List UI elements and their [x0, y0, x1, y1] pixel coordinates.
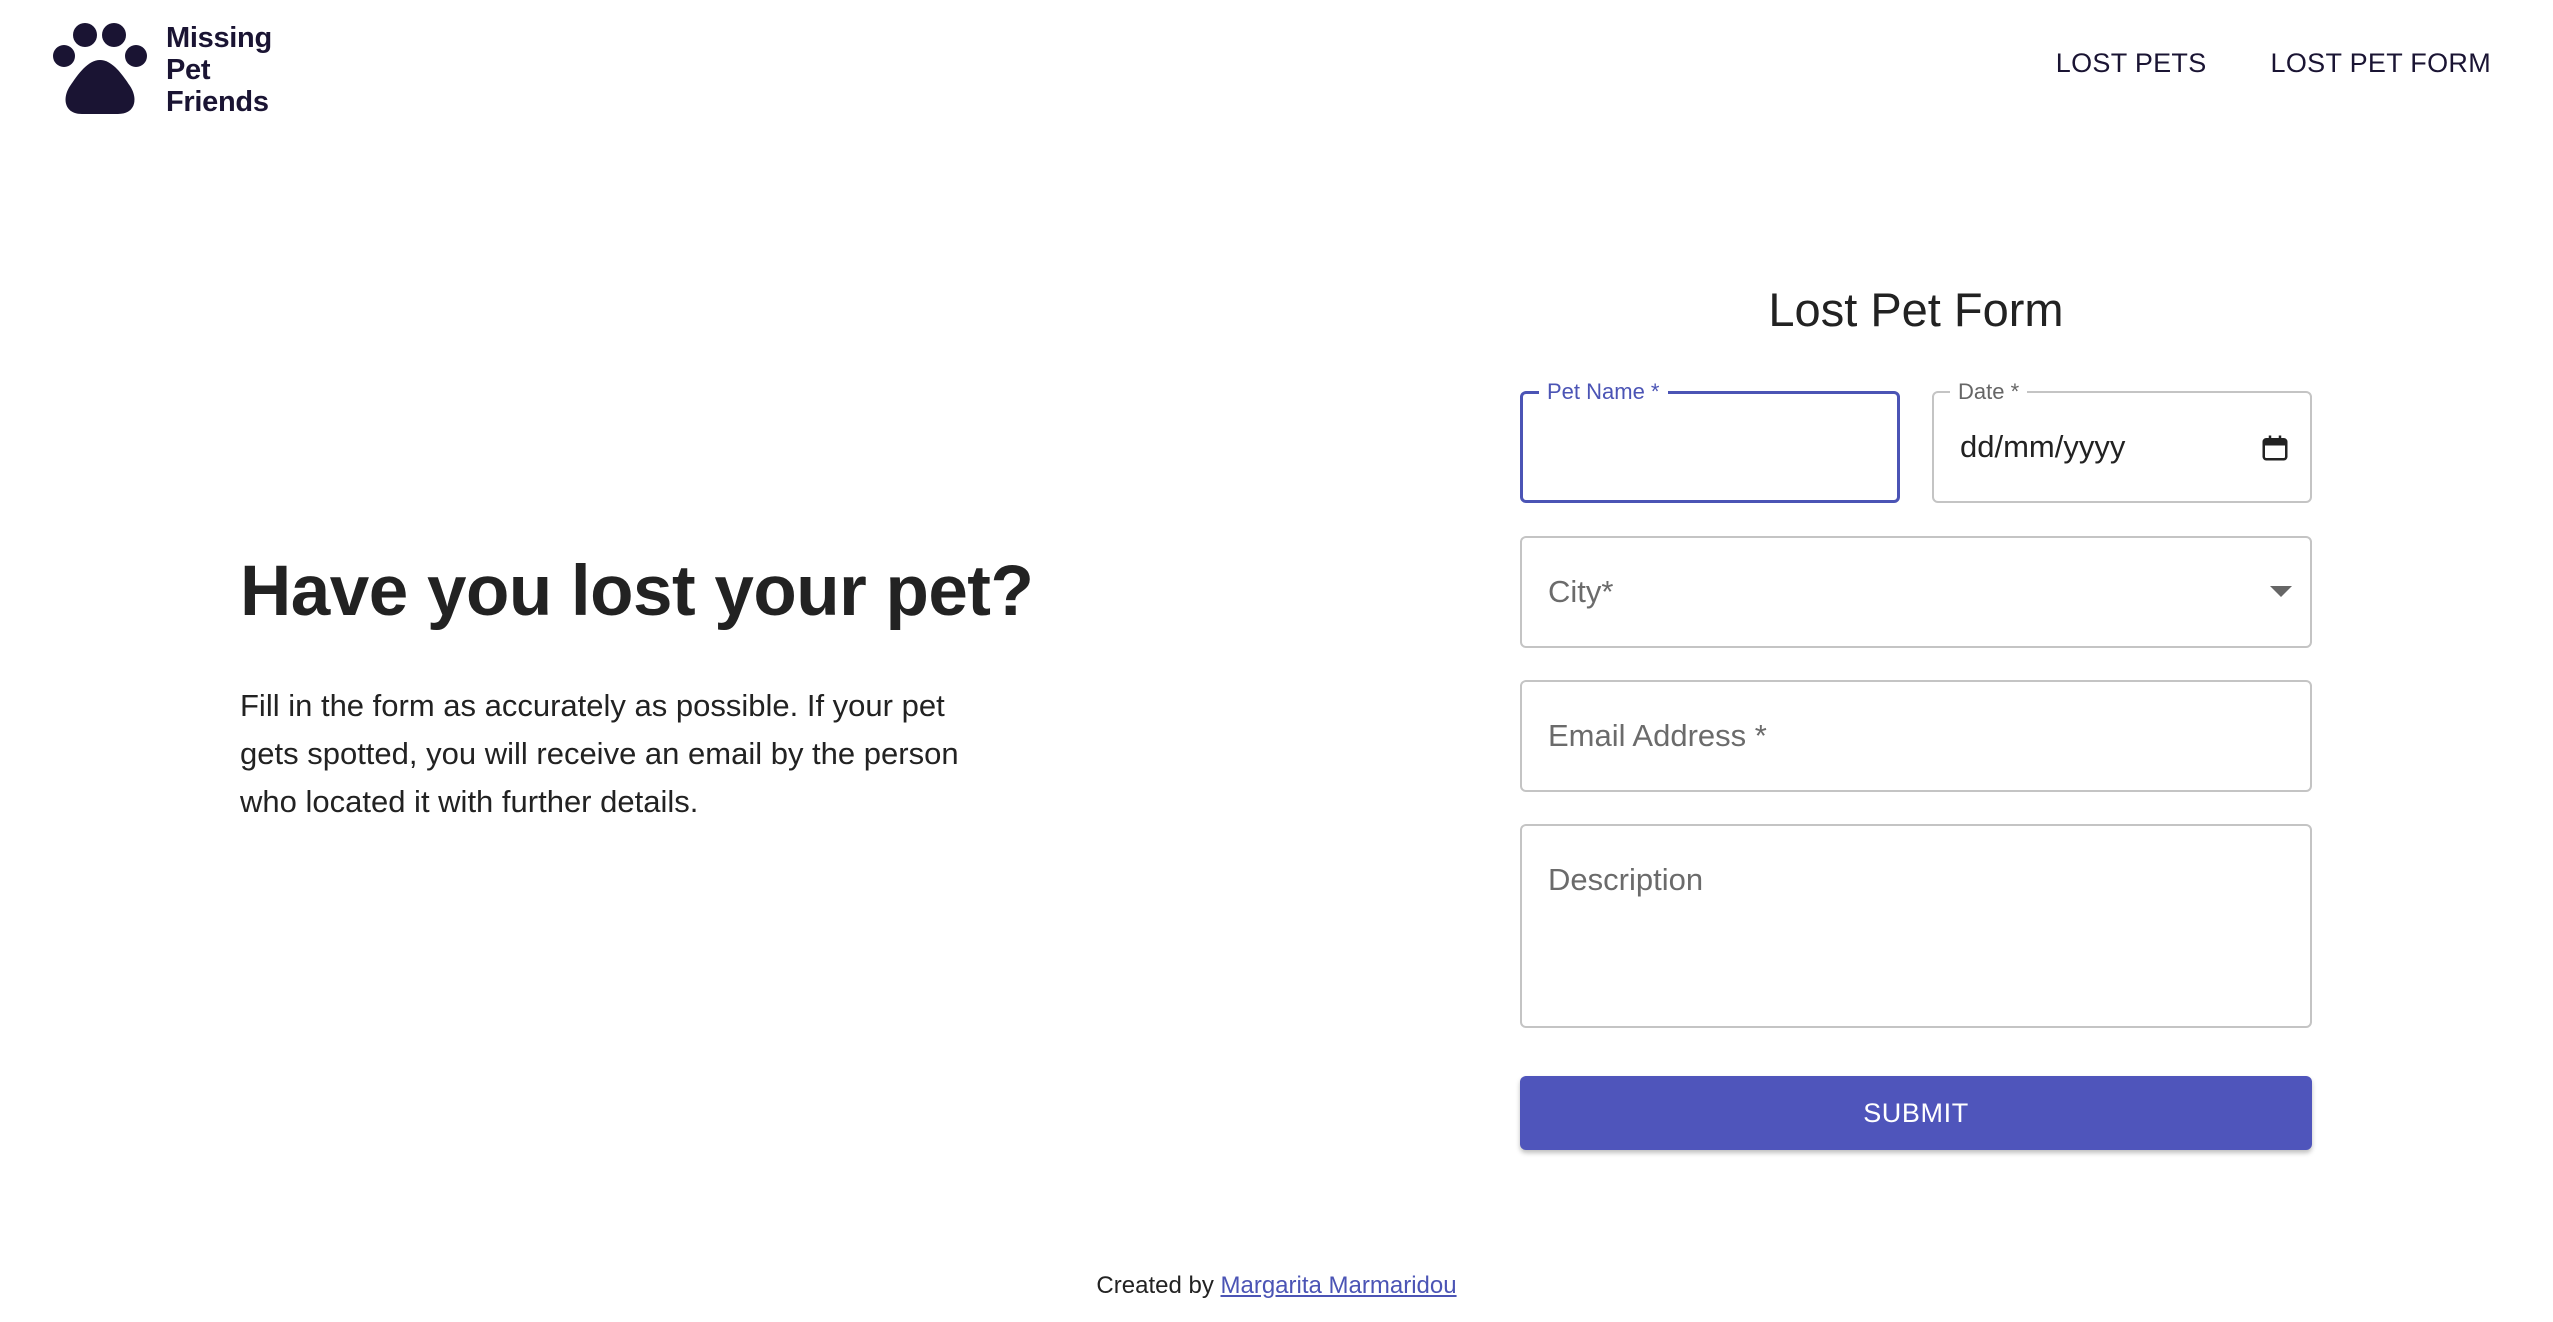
- form-title: Lost Pet Form: [1768, 283, 2064, 336]
- nav-lost-pets[interactable]: LOST PETS: [2056, 48, 2207, 79]
- date-label: Date *: [1950, 380, 2028, 404]
- city-placeholder: City*: [1548, 574, 1614, 609]
- pet-name-field[interactable]: Pet Name *: [1520, 380, 1900, 503]
- footer: Created by Margarita Marmaridou: [0, 1272, 2553, 1300]
- nav-lost-pet-form[interactable]: LOST PET FORM: [2271, 48, 2491, 79]
- pet-name-input[interactable]: [1549, 430, 1877, 468]
- description-placeholder: Description: [1548, 862, 1704, 897]
- pet-name-label: Pet Name *: [1539, 380, 1668, 404]
- email-placeholder: Email Address *: [1548, 718, 1767, 753]
- author-link[interactable]: Margarita Marmaridou: [1221, 1272, 1457, 1299]
- lost-pet-form: Lost Pet Form Pet Name * Date * dd/mm/yy…: [1520, 275, 2312, 1150]
- brand-name-line: Friends: [166, 86, 269, 118]
- hero-section: Have you lost your pet? Fill in the form…: [240, 550, 1040, 826]
- date-field[interactable]: Date * dd/mm/yyyy: [1932, 380, 2312, 503]
- footer-prefix: Created by: [1096, 1272, 1214, 1299]
- main-nav: LOST PETS LOST PET FORM: [2056, 48, 2491, 79]
- logo[interactable]: Missing Pet Friends: [52, 22, 272, 118]
- hero-description: Fill in the form as accurately as possib…: [240, 688, 959, 819]
- email-field[interactable]: Email Address *: [1520, 680, 2312, 792]
- paw-icon: [53, 23, 147, 114]
- hero-title: Have you lost your pet?: [240, 552, 1034, 631]
- city-select[interactable]: City*: [1520, 536, 2312, 648]
- calendar-icon[interactable]: [2260, 433, 2290, 463]
- chevron-down-icon[interactable]: [2270, 584, 2292, 598]
- brand-name-line: Missing: [166, 22, 272, 54]
- brand-name-line: Pet: [166, 54, 211, 86]
- date-placeholder: dd/mm/yyyy: [1960, 429, 2126, 464]
- brand-name: Missing Pet Friends: [166, 22, 272, 118]
- header: Missing Pet Friends LOST PETS LOST PET F…: [0, 0, 2553, 140]
- description-field[interactable]: Description: [1520, 824, 2312, 1028]
- submit-button[interactable]: SUBMIT: [1520, 1076, 2312, 1150]
